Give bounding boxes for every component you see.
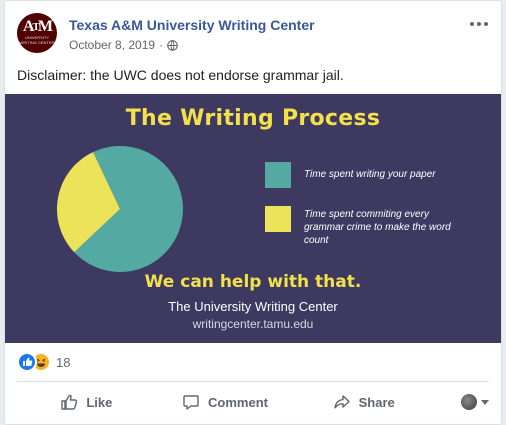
globe-icon [167, 39, 178, 51]
reactions-summary[interactable]: 18 [17, 352, 70, 372]
image-url: writingcenter.tamu.edu [192, 317, 314, 331]
like-icon [61, 394, 78, 410]
user-avatar-icon [461, 394, 478, 410]
post-header: ATM UNIVERSITY WRITING CENTER Texas A&M U… [17, 13, 489, 57]
image-title: The Writing Process [125, 106, 381, 131]
legend-label-grammar-crime: Time spent commiting every grammar crime… [304, 209, 451, 246]
image-org-name: The University Writing Center [168, 299, 338, 314]
like-reaction-icon [17, 352, 37, 372]
post-meta: October 8, 2019 · [69, 38, 178, 52]
share-icon [333, 395, 350, 409]
reaction-count[interactable]: 18 [56, 355, 70, 370]
legend-label-writing: Time spent writing your paper [304, 169, 436, 180]
share-label: Share [358, 394, 395, 410]
like-button[interactable]: Like [17, 386, 156, 418]
share-button[interactable]: Share [294, 386, 433, 418]
like-label: Like [86, 394, 113, 410]
post-date[interactable]: October 8, 2019 [69, 38, 155, 52]
meta-separator: · [159, 38, 164, 52]
atm-logo: ATM [22, 18, 53, 35]
legend-swatch-grammar-crime [265, 206, 291, 232]
avatar-subtext: UNIVERSITY WRITING CENTER [19, 35, 55, 45]
pie-chart [57, 146, 183, 272]
comment-icon [183, 395, 199, 410]
legend-swatch-writing [265, 162, 291, 188]
action-bar: Like Comment Share [17, 385, 490, 419]
post-image[interactable]: The Writing Process Time spent writing y… [5, 94, 501, 343]
caret-down-icon [481, 399, 490, 405]
comment-label: Comment [208, 394, 268, 410]
page-avatar[interactable]: ATM UNIVERSITY WRITING CENTER [17, 13, 57, 53]
audience-selector[interactable] [433, 394, 490, 410]
comment-button[interactable]: Comment [156, 386, 295, 418]
post-card: ATM UNIVERSITY WRITING CENTER Texas A&M U… [4, 0, 502, 425]
post-text: Disclaimer: the UWC does not endorse gra… [17, 67, 344, 83]
page-name-link[interactable]: Texas A&M University Writing Center [69, 17, 315, 33]
actions-divider [17, 381, 489, 382]
more-options-icon[interactable] [469, 17, 489, 29]
image-tagline: We can help with that. [144, 272, 362, 292]
